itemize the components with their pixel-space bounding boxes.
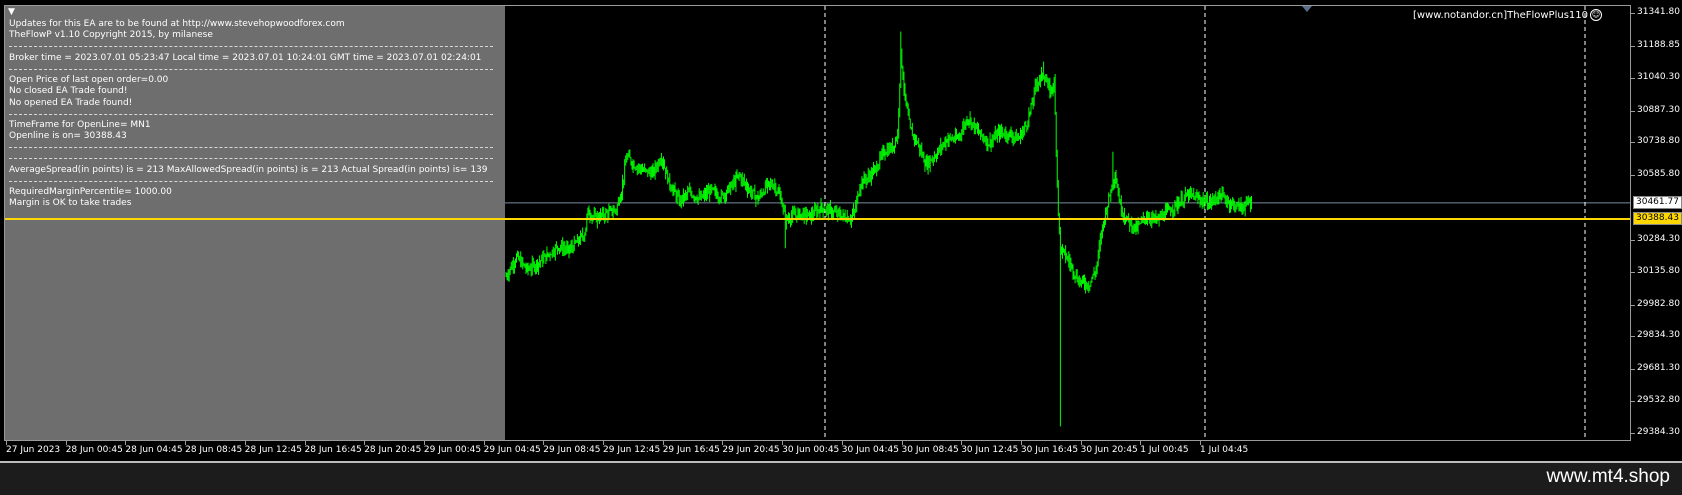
chart-window[interactable]: ▼ Updates for this EA are to be found at… [0,0,1682,463]
ea-info-panel: ▼ Updates for this EA are to be found at… [5,6,505,440]
footer-site-label: www.mt4.shop [1546,466,1670,487]
time-label: 30 Jun 12:45 [961,445,1019,455]
time-label: 28 Jun 16:45 [304,445,362,455]
time-axis[interactable]: 27 Jun 2023 28 Jun 00:45 28 Jun 04:45 28 Ju… [4,441,1631,461]
info-line: AverageSpread(in points) is = 213 MaxAll… [9,165,488,175]
separator [9,158,493,159]
separator [9,114,493,115]
price-label: 29532.80 [1637,395,1680,406]
time-label: 29 Jun 08:45 [543,445,601,455]
price-tick [1631,304,1635,306]
info-line: Margin is OK to take trades [9,198,132,208]
time-label: 1 Jul 00:45 [1140,445,1189,455]
info-line: No opened EA Trade found! [9,98,133,108]
time-label: 28 Jun 04:45 [125,445,183,455]
time-label: 27 Jun 2023 [6,445,61,455]
info-line: TimeFrame for OpenLine= MN1 [9,120,151,130]
time-label: 29 Jun 04:45 [483,445,541,455]
price-label: 31040.30 [1637,71,1680,82]
price-label: 29681.30 [1637,363,1680,374]
price-tick [1631,77,1635,79]
watermark-text: [www.notandor.cn]TheFlowPlus110 [1413,9,1588,21]
time-label: 28 Jun 00:45 [65,445,123,455]
smiley-icon: ☺ [1590,9,1602,21]
separator [9,147,493,148]
price-tick [1631,175,1635,177]
price-label: 29384.30 [1637,427,1680,437]
time-label: 28 Jun 12:45 [244,445,302,455]
plot-area[interactable]: ▼ Updates for this EA are to be found at… [4,5,1631,441]
info-line: Openline is on= 30388.43 [9,131,127,141]
price-tick [1631,336,1635,338]
chart-shift-marker-icon[interactable] [1302,6,1312,12]
price-tick [1631,369,1635,371]
price-label: 31188.85 [1637,39,1680,50]
open-line-price-badge: 30388.43 [1633,211,1682,225]
time-label: 28 Jun 20:45 [364,445,422,455]
price-label: 29982.80 [1637,298,1680,309]
current-price-badge: 30461.77 [1633,195,1682,209]
price-label: 30284.30 [1637,233,1680,244]
time-label: 29 Jun 12:45 [603,445,661,455]
separator [9,181,493,182]
price-tick [1631,401,1635,403]
time-label: 30 Jun 04:45 [841,445,899,455]
time-label: 28 Jun 08:45 [185,445,243,455]
time-label: 1 Jul 04:45 [1200,445,1249,455]
time-label: 30 Jun 16:45 [1020,445,1079,455]
info-line: Broker time = 2023.07.01 05:23:47 Local … [9,53,482,63]
info-line: TheFlowP v1.10 Copyright 2015, by milane… [9,30,213,40]
price-label: 30738.80 [1637,136,1680,147]
info-line: Updates for this EA are to be found at h… [9,19,345,29]
separator [9,46,493,47]
price-tick [1631,142,1635,144]
time-label: 29 Jun 20:45 [722,445,780,455]
price-tick [1631,45,1635,47]
price-tick [1631,239,1635,241]
price-tick [1631,110,1635,112]
price-label: 30585.80 [1637,169,1680,180]
info-line: Open Price of last open order=0.00 [9,75,169,85]
price-axis[interactable]: 31341.80 31188.85 31040.30 30887.30 30738.80… [1631,5,1682,441]
time-label: 29 Jun 16:45 [662,445,720,455]
dropdown-arrow-icon[interactable]: ▼ [8,7,15,17]
price-label: 30887.30 [1637,104,1680,115]
price-label: 29834.30 [1637,330,1680,341]
price-tick [1631,13,1635,14]
separator [9,69,493,70]
time-label: 30 Jun 20:45 [1080,445,1138,455]
indicator-watermark: [www.notandor.cn]TheFlowPlus110 ☺ [1413,9,1602,21]
time-label: 29 Jun 00:45 [423,445,482,455]
time-label: 30 Jun 00:45 [782,445,840,455]
info-line: RequiredMarginPercentile= 1000.00 [9,187,172,197]
info-line: No closed EA Trade found! [9,86,128,96]
price-label: 30135.80 [1637,265,1680,276]
price-tick [1631,271,1635,273]
time-label: 30 Jun 08:45 [901,445,959,455]
open-line[interactable] [5,217,1630,220]
price-label: 31341.80 [1637,7,1680,17]
price-tick [1631,433,1635,434]
